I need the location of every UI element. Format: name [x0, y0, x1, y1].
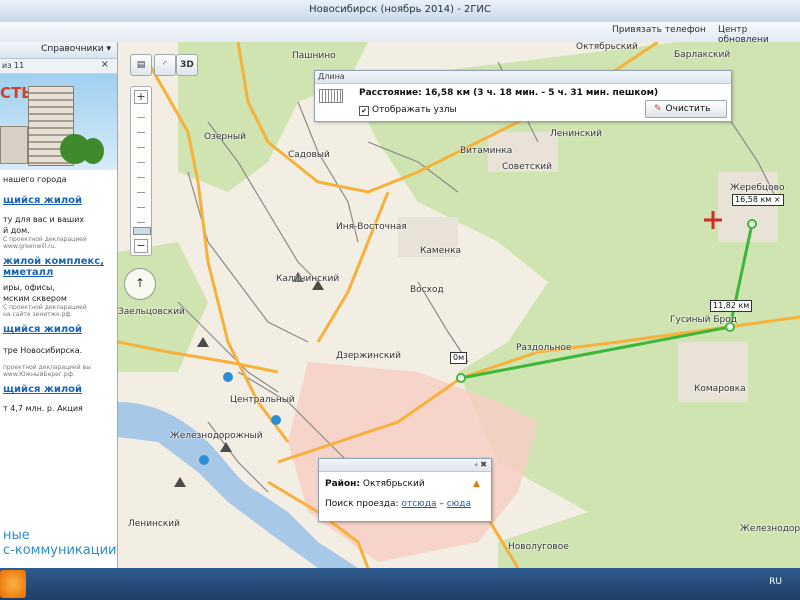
ad-pager: из 11 ×	[0, 59, 117, 74]
map-label-dzerzhinsky: Дзержинский	[336, 351, 401, 361]
map-label-zaeltsovsky: Заельцовский	[118, 307, 185, 317]
map-label-zheleznodorozhny: Железнодорожный	[170, 431, 263, 441]
house-image	[0, 126, 28, 164]
tree-image	[82, 138, 104, 164]
zoom-slider[interactable]: + −	[130, 86, 152, 256]
window-title: Новосибирск (ноябрь 2014) - 2ГИС	[309, 4, 491, 15]
route-search-label: Поиск проезда:	[325, 499, 399, 509]
directories-dropdown[interactable]: Справочники ▾	[0, 42, 117, 59]
map-label-zheleznodor-east: Железнодор	[740, 524, 800, 534]
map-label-barlaksky: Барлакский	[674, 50, 731, 60]
map-label-oktyabrsky: Октябрьский	[576, 42, 638, 52]
close-icon[interactable]: ✖	[480, 460, 487, 469]
clear-button[interactable]: ✎ Очистить	[645, 100, 727, 118]
map-label-leninsky-north: Ленинский	[550, 129, 603, 139]
ad-counter: из 11	[2, 61, 25, 70]
footer-line2: с-коммуникации	[3, 543, 117, 558]
district-info-panel: ⫞ ✖ Район: Октябрьский ▲ Поиск проезда: …	[318, 458, 492, 522]
map-label-ozerny: Озерный	[204, 132, 246, 142]
view-3d-button[interactable]: 3D	[176, 54, 198, 76]
ad-note: С проектной декларацией www.greenwill.ru…	[3, 236, 87, 250]
distance-panel-title: Длина	[315, 71, 731, 84]
start-button[interactable]	[0, 570, 26, 598]
map-label-vitaminka: Витаминка	[460, 146, 513, 156]
footer-line1: ные	[3, 528, 30, 543]
zoom-in-button[interactable]: +	[134, 90, 148, 104]
warning-icon: ▲	[473, 479, 480, 489]
ad-close-button[interactable]: ×	[101, 59, 109, 70]
language-indicator[interactable]: RU	[769, 577, 782, 587]
map-label-leninsky-south: Ленинский	[128, 519, 181, 529]
window-titlebar: Новосибирск (ноябрь 2014) - 2ГИС	[0, 0, 800, 23]
ad-link[interactable]: щийся жилой	[3, 195, 114, 206]
map-label-komarovka: Комаровка	[694, 384, 746, 394]
route-marker-mid[interactable]: 11,82 км	[710, 300, 753, 312]
route-marker-end[interactable]: 16,58 км ×	[732, 194, 784, 206]
layers-button[interactable]: ▤	[130, 54, 152, 76]
route-search-row: Поиск проезда: отсюда – сюда	[325, 499, 471, 509]
ad-note: проектной декларацией вы www.ЮжныйБерег.…	[3, 364, 91, 378]
sidebar-panel: Справочники ▾ из 11 × СТЬ нашего города …	[0, 42, 118, 520]
sidebar-footer: ные с-коммуникации	[0, 520, 118, 568]
map-label-pashnino: Пашнино	[292, 51, 336, 61]
eraser-icon: ✎	[654, 104, 662, 114]
show-nodes-checkbox[interactable]: ✔ Отображать узлы	[359, 105, 457, 116]
ad-banner-image[interactable]: СТЬ	[0, 74, 117, 170]
map-label-razdolnoe: Раздольное	[516, 343, 572, 353]
layers-icon: ▤	[136, 60, 146, 70]
bind-phone-button[interactable]: Привязать телефон	[612, 25, 706, 35]
map-label-kalininsky: Калининский	[276, 274, 340, 284]
ad-text: ту для вас и ваших й дом.	[3, 215, 85, 235]
district-row: Район: Октябрьский	[325, 479, 425, 489]
district-value: Октябрьский	[362, 479, 425, 489]
ad-link[interactable]: жилой комплекс, мметалл	[3, 256, 114, 278]
show-nodes-label: Отображать узлы	[372, 105, 457, 115]
map-label-tsentralny: Центральный	[230, 395, 295, 405]
map-canvas[interactable]: Пашнино Октябрьский Барлакский Озерный С…	[118, 42, 800, 568]
map-label-sadovy: Садовый	[288, 150, 330, 160]
zoom-thumb[interactable]	[133, 227, 151, 235]
ad-text: иры, офисы, мским сквером	[3, 283, 67, 303]
top-toolbar: Привязать телефон Центр обновлени	[0, 22, 800, 45]
ad-note: С проектной декларацией на сайте зенитжк…	[3, 304, 87, 318]
route-from-link[interactable]: отсюда	[401, 499, 436, 509]
clear-button-label: Очистить	[665, 104, 711, 114]
map-label-zherebtsovo: Жеребцово	[730, 183, 785, 193]
measure-icon: ◜	[163, 60, 167, 70]
map-label-voskhod: Восход	[410, 285, 444, 295]
distance-panel: Длина Расстояние: 16,58 км (3 ч. 18 мин.…	[314, 70, 732, 122]
district-label: Район:	[325, 479, 360, 489]
compass-arrow-icon: ↑	[134, 276, 146, 290]
map-label-sovetsky: Советский	[502, 162, 552, 172]
zoom-out-button[interactable]: −	[134, 239, 148, 253]
map-label-gusiny-brod: Гусиный Брод	[670, 315, 737, 325]
ad-text: т 4,7 млн. р. Акция	[3, 404, 83, 413]
dash: –	[439, 499, 444, 509]
distance-text: Расстояние: 16,58 км (3 ч. 18 мин. - 5 ч…	[359, 88, 659, 98]
directories-label: Справочники ▾	[41, 44, 111, 54]
pin-icon[interactable]: ⫞	[474, 460, 478, 469]
info-panel-header: ⫞ ✖	[319, 459, 491, 472]
ruler-icon	[319, 89, 343, 103]
ad-caption: нашего города	[3, 175, 67, 184]
ad-link[interactable]: щийся жилой	[3, 324, 114, 335]
route-to-link[interactable]: сюда	[447, 499, 471, 509]
compass-button[interactable]: ↑	[124, 268, 156, 300]
taskbar: RU	[0, 568, 800, 600]
ad-link[interactable]: щийся жилой	[3, 384, 114, 395]
map-label-inya-vostochnaya: Иня-Восточная	[336, 222, 407, 232]
route-marker-start[interactable]: 0м	[450, 352, 468, 364]
map-label-kamenka: Каменка	[420, 246, 462, 256]
map-label-novolugovoe: Новолуговое	[508, 542, 569, 552]
measure-tool-button[interactable]: ◜	[154, 54, 176, 76]
ad-text: тре Новосибирска.	[3, 346, 83, 355]
checkbox-checked-icon: ✔	[359, 106, 369, 116]
